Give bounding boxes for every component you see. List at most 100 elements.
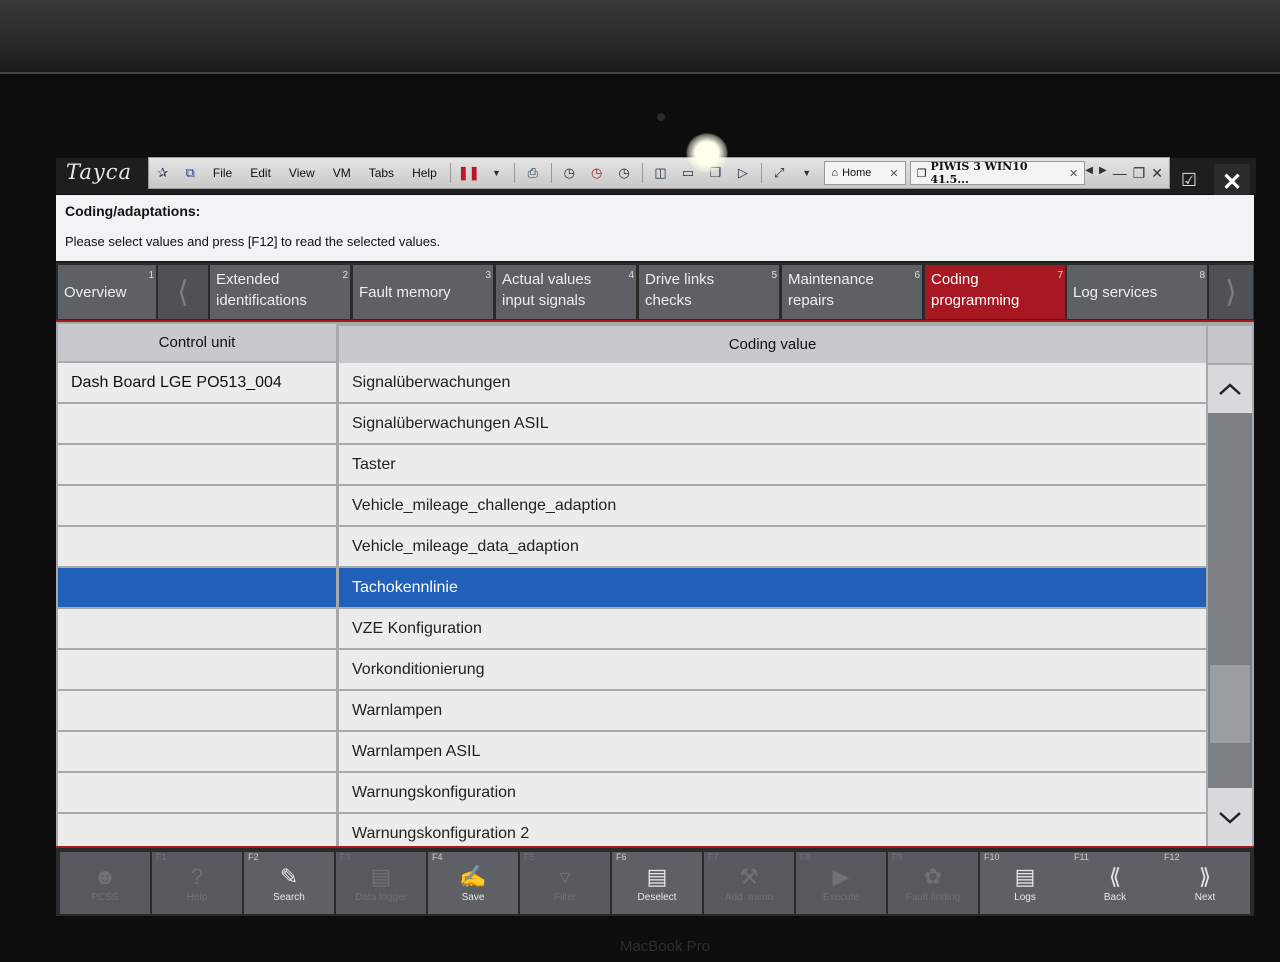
fullscreen-icon[interactable]: ⤢ [770, 163, 789, 183]
table-row[interactable]: Taster [58, 445, 1206, 484]
tab-number: 8 [1199, 270, 1205, 281]
control-unit-cell [58, 732, 336, 771]
tab-coding-programming[interactable]: 7 Coding programming [925, 265, 1065, 319]
tab-number: 1 [148, 270, 154, 281]
column-header-coding-value[interactable]: Coding value [339, 326, 1206, 363]
table-row[interactable]: Vehicle_mileage_challenge_adaption [58, 486, 1206, 525]
tab-fault-memory[interactable]: 3 Fault memory [353, 265, 493, 319]
close-window-icon[interactable]: ✕ [1151, 165, 1163, 182]
vm-tab-home[interactable]: ⌂ Home ✕ [824, 161, 906, 185]
table-row[interactable]: VZE Konfiguration [58, 609, 1206, 648]
tab-log-services[interactable]: 8 Log services [1067, 265, 1207, 319]
logs-button[interactable]: F10 ▤ Logs [980, 852, 1070, 914]
button-label: Save [461, 892, 485, 903]
tab-actual-values[interactable]: 4 Actual values input signals [496, 265, 636, 319]
logs-icon: ▤ [1014, 864, 1036, 889]
control-unit-cell [58, 445, 336, 484]
tab-scroll-left-icon[interactable]: ⟨ [158, 265, 208, 319]
printer-icon[interactable]: ⎙ [523, 163, 542, 183]
tools-icon: ⚒ [739, 864, 759, 889]
tab-number: 5 [771, 270, 777, 281]
back-button[interactable]: F11 ⟪ Back [1070, 852, 1160, 914]
next-button[interactable]: F12 ⟫ Next [1160, 852, 1250, 914]
vm-icon: ❐ [916, 167, 927, 180]
tab-overview[interactable]: 1 Overview [58, 265, 156, 319]
back-icon: ⟪ [1108, 864, 1122, 889]
windows-icon[interactable]: ⧉ [180, 163, 199, 183]
restore-icon[interactable]: ❐ [1133, 165, 1146, 182]
tab-maintenance[interactable]: 6 Maintenance repairs [782, 265, 922, 319]
search-icon: ✎ [279, 864, 299, 889]
menu-edit[interactable]: Edit [241, 166, 280, 180]
button-label: Back [1103, 892, 1127, 903]
control-unit-cell [58, 691, 336, 730]
coding-value-cell: Vehicle_mileage_challenge_adaption [339, 486, 1206, 525]
button-label: Search [273, 892, 305, 903]
table-row[interactable]: Signalüberwachungen ASIL [58, 404, 1206, 443]
table-row-selected[interactable]: Tachokennlinie [58, 568, 1206, 607]
scroll-up-icon[interactable] [1208, 365, 1252, 413]
column-header-control-unit[interactable]: Control unit [58, 324, 336, 361]
control-unit-cell [58, 609, 336, 648]
tab-drive-links[interactable]: 5 Drive links checks [639, 265, 779, 319]
fkey-label: F1 [156, 852, 167, 862]
close-tab-icon[interactable]: ✕ [889, 167, 898, 180]
button-label: Logs [1014, 892, 1036, 903]
save-icon: ✍ [459, 864, 487, 889]
menu-file[interactable]: File [204, 166, 241, 180]
tab-scroll-right-icon[interactable]: ⟩ [1209, 265, 1253, 319]
table-row[interactable]: Warnlampen [58, 691, 1206, 730]
tab-scroll-left-icon[interactable]: ◀ [1085, 165, 1093, 182]
coding-value-cell: Warnungskonfiguration 2 [339, 814, 1206, 848]
table-row[interactable]: Warnlampen ASIL [58, 732, 1206, 771]
coding-value-cell: Warnungskonfiguration [339, 773, 1206, 812]
tab-extended-identifications[interactable]: 2 Extended identifications [210, 265, 350, 319]
control-unit-cell [58, 568, 336, 607]
chart-icon: ▤ [370, 864, 392, 889]
scroll-down-icon[interactable] [1208, 788, 1252, 848]
snapshot-manager-icon[interactable]: ◷ [614, 163, 633, 183]
table-row[interactable]: Vehicle_mileage_data_adaption [58, 527, 1206, 566]
menu-help[interactable]: Help [403, 166, 446, 180]
menu-vm[interactable]: VM [324, 166, 360, 180]
app-brand: Tayca [66, 160, 133, 184]
search-button[interactable]: F2 ✎ Search [244, 852, 334, 914]
dropdown-icon[interactable]: ▼ [797, 163, 816, 183]
vm-tab-label: Home [842, 167, 872, 179]
home-icon: ⌂ [831, 167, 839, 179]
control-unit-cell: Dash Board LGE PO513_004 [58, 363, 336, 402]
table-row[interactable]: Dash Board LGE PO513_004 Signalüberwachu… [58, 363, 1206, 402]
minimize-icon[interactable]: — [1113, 165, 1127, 182]
tab-label: Drive links [645, 271, 715, 288]
menu-tabs[interactable]: Tabs [360, 166, 403, 180]
sidebar-view-icon[interactable]: ◫ [651, 163, 670, 183]
fkey-label: F5 [524, 852, 535, 862]
dropdown-icon[interactable]: ▼ [487, 163, 506, 183]
table-scrollbar[interactable] [1208, 365, 1252, 848]
vm-tab-piwis[interactable]: ❐ PIWIS 3 WIN10 41.5... ✕ [909, 160, 1086, 186]
close-tab-icon[interactable]: ✕ [1069, 167, 1078, 180]
play-icon: ▶ [832, 864, 850, 889]
console-icon[interactable]: ▷ [733, 163, 752, 183]
fault-icon: ✿ [923, 864, 943, 889]
clock-icon[interactable]: ◷ [560, 163, 579, 183]
toolbar-divider [760, 163, 762, 183]
scrollbar-thumb[interactable] [1210, 665, 1250, 743]
table-row[interactable]: Warnungskonfiguration 2 [58, 814, 1206, 848]
tab-label: Log services [1073, 284, 1158, 301]
tab-scroll-right-icon[interactable]: ▶ [1099, 165, 1107, 182]
tab-label: repairs [788, 292, 834, 309]
menu-view[interactable]: View [280, 166, 324, 180]
data-logger-button: F3 ▤ Data logger [336, 852, 426, 914]
table-row[interactable]: Warnungskonfiguration [58, 773, 1206, 812]
table-row[interactable]: Vorkonditionierung [58, 650, 1206, 689]
deselect-button[interactable]: F6 ▤ Deselect [612, 852, 702, 914]
fkey-label: F6 [616, 852, 627, 862]
snapshot-icon[interactable]: ◷ [587, 163, 606, 183]
save-button[interactable]: F4 ✍ Save [428, 852, 518, 914]
control-unit-cell [58, 527, 336, 566]
checklist-icon[interactable]: ☑ [1174, 166, 1204, 194]
pause-icon[interactable]: ❚❚ [458, 163, 480, 183]
tab-label: Maintenance [788, 271, 874, 288]
pin-icon[interactable]: ✰ [153, 163, 172, 183]
